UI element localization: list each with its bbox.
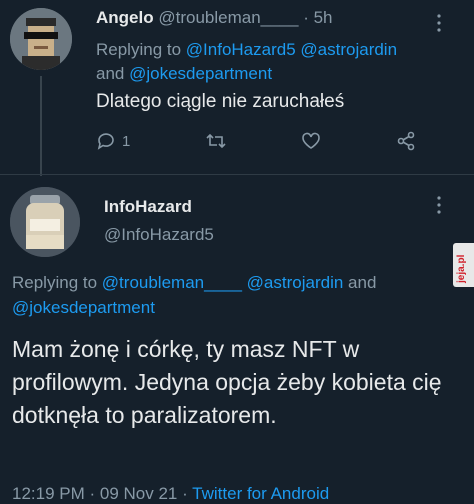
replying-label: Replying to [96, 40, 182, 59]
avatar-angelo[interactable] [10, 8, 72, 70]
like-icon [302, 132, 321, 149]
reply-text: Dlatego ciągle nie zaruchałeś [96, 91, 345, 112]
reply-header: Angelo @troubleman____ · 5h [96, 8, 333, 28]
action-bar: 1 [96, 131, 416, 151]
handle[interactable]: @troubleman____ [158, 8, 298, 27]
more-icon[interactable] [436, 14, 442, 37]
replying-to: Replying to @troubleman____ @astrojardin… [12, 270, 452, 320]
display-name[interactable]: Angelo [96, 8, 154, 27]
replying-to: Replying to @InfoHazard5 @astrojardin an… [96, 38, 466, 86]
mention-link[interactable]: @InfoHazard5 [186, 40, 296, 59]
more-icon[interactable] [436, 196, 442, 219]
replying-label: Replying to [12, 273, 98, 292]
mention-link[interactable]: @astrojardin [247, 273, 344, 292]
tweet-source[interactable]: Twitter for Android [192, 484, 329, 503]
share-icon [397, 131, 415, 151]
replying-and: and [96, 64, 125, 83]
like-button[interactable] [301, 131, 321, 151]
thread-line [40, 76, 42, 176]
handle[interactable]: @InfoHazard5 [104, 225, 214, 245]
display-name[interactable]: InfoHazard [104, 197, 192, 217]
timestamp[interactable]: · 5h [303, 8, 332, 27]
watermark-text: jeja.pl [456, 254, 467, 283]
tweet-text: Mam żonę i córkę, ty masz NFT w profilow… [12, 336, 442, 428]
reply-count: 1 [122, 132, 131, 150]
tweet-meta: 12:19 PM · 09 Nov 21 · Twitter for Andro… [12, 484, 329, 504]
mention-link[interactable]: @troubleman____ [102, 273, 242, 292]
reply-button[interactable]: 1 [96, 131, 130, 151]
replying-and: and [348, 273, 377, 292]
avatar-infohazard[interactable] [10, 187, 80, 257]
mention-link[interactable]: @astrojardin [300, 40, 397, 59]
reply-icon [97, 133, 114, 150]
watermark-logo: jeja.pl [453, 243, 474, 287]
share-button[interactable] [396, 131, 416, 151]
retweet-icon [206, 133, 226, 149]
retweet-button[interactable] [205, 131, 227, 151]
mention-link[interactable]: @jokesdepartment [129, 64, 272, 83]
mention-link[interactable]: @jokesdepartment [12, 298, 155, 317]
tweet-timestamp[interactable]: 12:19 PM · 09 Nov 21 · [12, 484, 192, 503]
divider [0, 174, 474, 175]
